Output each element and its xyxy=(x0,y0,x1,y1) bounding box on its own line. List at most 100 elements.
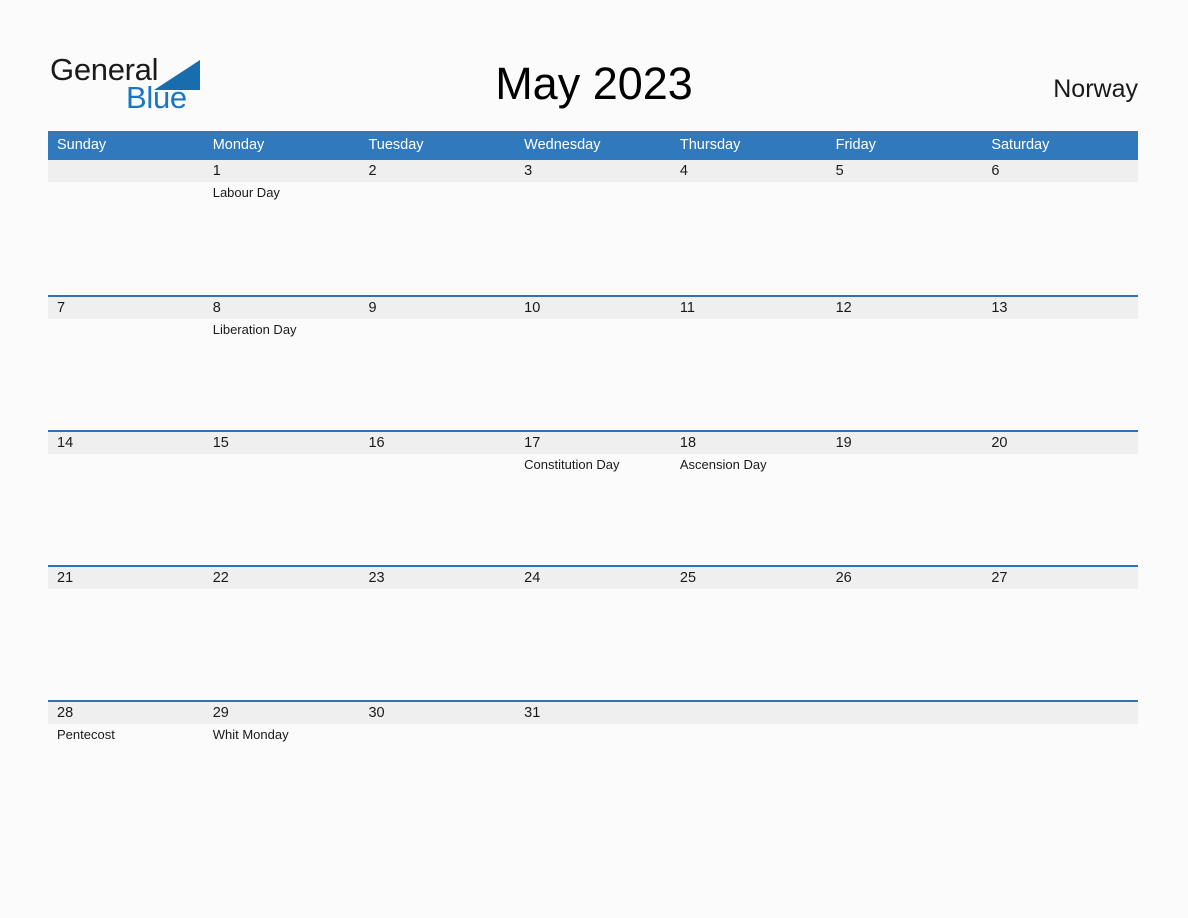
day-events xyxy=(213,589,360,591)
day-cell[interactable]: 25 xyxy=(671,567,827,700)
country-label: Norway xyxy=(1053,75,1138,103)
day-cell-empty xyxy=(48,160,204,293)
week-cells: 7 8 Liberation Day 9 10 11 12 13 xyxy=(48,297,1138,430)
day-number: 3 xyxy=(524,163,533,179)
day-cell[interactable]: 7 xyxy=(48,297,204,430)
day-cell[interactable]: 19 xyxy=(827,432,983,565)
day-events xyxy=(680,724,827,726)
holiday-label: Labour Day xyxy=(212,185,280,200)
day-cell[interactable]: 14 xyxy=(48,432,204,565)
day-cell[interactable]: 15 xyxy=(204,432,360,565)
day-events: Whit Monday xyxy=(213,724,360,744)
day-events: Liberation Day xyxy=(213,319,360,339)
day-events xyxy=(836,724,983,726)
calendar-page: General Blue May 2023 Norway Sunday Mond… xyxy=(0,0,1188,918)
day-events: Labour Day xyxy=(213,182,360,202)
day-cell-empty xyxy=(827,702,983,835)
day-events xyxy=(368,724,515,726)
day-cell[interactable]: 2 xyxy=(359,160,515,293)
day-events xyxy=(680,182,827,184)
page-header: General Blue May 2023 Norway xyxy=(0,0,1188,131)
day-events xyxy=(368,182,515,184)
day-events xyxy=(680,319,827,321)
weekday-tuesday: Tuesday xyxy=(368,137,424,153)
day-cell-empty xyxy=(671,702,827,835)
day-cell-empty xyxy=(982,702,1138,835)
day-number: 10 xyxy=(524,300,541,316)
day-events xyxy=(57,454,204,456)
day-number: 13 xyxy=(991,300,1008,316)
calendar-week-row: 28 Pentecost 29 Whit Monday 30 31 xyxy=(48,700,1138,835)
day-cell[interactable]: 22 xyxy=(204,567,360,700)
day-number: 24 xyxy=(524,570,541,586)
day-cell[interactable]: 20 xyxy=(982,432,1138,565)
weekday-saturday: Saturday xyxy=(991,137,1050,153)
day-cell[interactable]: 4 xyxy=(671,160,827,293)
day-number: 6 xyxy=(991,163,1000,179)
day-number: 19 xyxy=(835,435,852,451)
day-number: 26 xyxy=(835,570,852,586)
day-number: 12 xyxy=(835,300,852,316)
day-number: 25 xyxy=(679,570,697,586)
day-cell[interactable]: 3 xyxy=(515,160,671,293)
day-cell[interactable]: 10 xyxy=(515,297,671,430)
day-cell[interactable]: 6 xyxy=(982,160,1138,293)
day-events xyxy=(524,182,671,184)
day-number: 29 xyxy=(212,705,229,721)
day-number: 1 xyxy=(212,163,221,179)
day-events xyxy=(524,319,671,321)
day-cell[interactable]: 5 xyxy=(827,160,983,293)
day-number: 7 xyxy=(57,300,66,316)
day-cell[interactable]: 21 xyxy=(48,567,204,700)
day-number: 5 xyxy=(835,163,844,179)
day-events xyxy=(836,319,983,321)
day-number: 16 xyxy=(368,435,385,451)
day-cell[interactable]: 9 xyxy=(359,297,515,430)
day-cell[interactable]: 29 Whit Monday xyxy=(204,702,360,835)
week-cells: 21 22 23 24 25 26 27 xyxy=(48,567,1138,700)
day-cell[interactable]: 13 xyxy=(982,297,1138,430)
page-title: May 2023 xyxy=(495,58,693,109)
day-events xyxy=(991,182,1138,184)
day-cell[interactable]: 30 xyxy=(359,702,515,835)
day-events xyxy=(836,182,983,184)
weekday-wednesday: Wednesday xyxy=(524,137,601,153)
day-events: Pentecost xyxy=(57,724,204,744)
day-events xyxy=(991,454,1138,456)
day-cell[interactable]: 28 Pentecost xyxy=(48,702,204,835)
day-number: 28 xyxy=(57,705,74,721)
weekday-thursday: Thursday xyxy=(679,137,741,153)
day-events xyxy=(524,589,671,591)
weekday-monday: Monday xyxy=(212,137,265,153)
day-cell[interactable]: 27 xyxy=(982,567,1138,700)
day-events xyxy=(57,319,204,321)
week-cells: 1 Labour Day 2 3 4 5 6 xyxy=(48,160,1138,293)
day-cell[interactable]: 23 xyxy=(359,567,515,700)
day-events xyxy=(368,454,515,456)
day-events xyxy=(57,182,204,184)
day-events xyxy=(836,589,983,591)
calendar-grid: Sunday Monday Tuesday Wednesday Thursday… xyxy=(48,131,1138,835)
day-cell[interactable]: 1 Labour Day xyxy=(204,160,360,293)
day-cell[interactable]: 17 Constitution Day xyxy=(515,432,671,565)
day-number: 2 xyxy=(368,163,377,179)
day-cell[interactable]: 12 xyxy=(827,297,983,430)
day-cell[interactable]: 24 xyxy=(515,567,671,700)
weekday-friday: Friday xyxy=(835,137,876,153)
weekday-header-row: Sunday Monday Tuesday Wednesday Thursday… xyxy=(48,131,1138,160)
day-number: 30 xyxy=(368,705,385,721)
day-cell[interactable]: 18 Ascension Day xyxy=(671,432,827,565)
day-cell[interactable]: 26 xyxy=(827,567,983,700)
day-cell[interactable]: 11 xyxy=(671,297,827,430)
calendar-week-row: 7 8 Liberation Day 9 10 11 12 13 xyxy=(48,295,1138,430)
day-events xyxy=(368,589,515,591)
day-number: 8 xyxy=(212,300,221,316)
day-number: 20 xyxy=(991,435,1008,451)
day-cell[interactable]: 31 xyxy=(515,702,671,835)
day-cell[interactable]: 16 xyxy=(359,432,515,565)
day-number: 9 xyxy=(368,300,377,316)
day-number: 21 xyxy=(57,570,74,586)
day-cell[interactable]: 8 Liberation Day xyxy=(204,297,360,430)
day-events xyxy=(991,589,1138,591)
calendar-week-row: 1 Labour Day 2 3 4 5 6 xyxy=(48,160,1138,295)
